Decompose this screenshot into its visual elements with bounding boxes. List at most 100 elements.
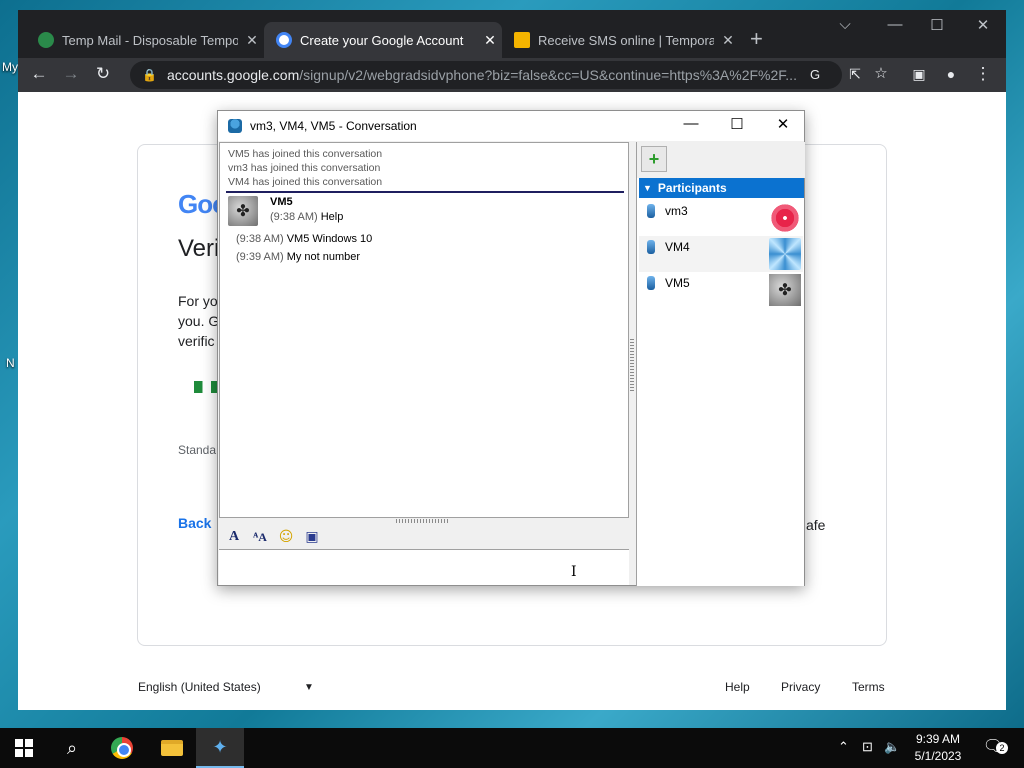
bookmark-star-icon[interactable]: ☆: [870, 64, 892, 82]
message-text: Help: [320, 211, 344, 223]
temp-mail-favicon-icon: [38, 32, 54, 48]
participants-header[interactable]: ▼ Participants: [639, 178, 804, 198]
browser-toolbar: ← → ↻ 🔒 accounts.google.com /signup/v2/w…: [18, 58, 1006, 92]
reload-icon[interactable]: ↻: [92, 64, 114, 84]
message-history[interactable]: VM5 has joined this conversation vm3 has…: [219, 142, 629, 518]
desktop-icon-label[interactable]: My: [2, 60, 18, 74]
tab-temp-mail[interactable]: Temp Mail - Disposable Temporary ✕: [26, 22, 264, 58]
message-line: (9:39 AM) My not number: [236, 251, 360, 263]
message-text: My not number: [286, 251, 361, 263]
message-text: VM5 Windows 10: [286, 233, 373, 245]
dropdown-caret-icon[interactable]: ▼: [304, 682, 314, 693]
text-cursor-icon: I: [571, 564, 577, 580]
terms-link[interactable]: Terms: [852, 680, 885, 694]
tray-chevron-up-icon[interactable]: ⌃: [838, 739, 849, 755]
lock-icon: 🔒: [142, 68, 157, 82]
wheel-avatar: [769, 238, 801, 270]
new-tab-button[interactable]: +: [750, 26, 763, 52]
search-icon[interactable]: ⌕: [48, 728, 96, 768]
menu-kebab-icon[interactable]: ⋮: [972, 64, 994, 84]
start-button[interactable]: [0, 728, 48, 768]
participant-name: VM4: [665, 240, 690, 254]
flower-avatar: [769, 202, 801, 234]
privacy-link[interactable]: Privacy: [781, 680, 820, 694]
close-tab-icon[interactable]: ✕: [720, 32, 736, 49]
back-button[interactable]: Back: [178, 515, 211, 531]
messenger-icon: [228, 119, 242, 133]
message-time: (9:39 AM): [236, 251, 284, 263]
close-window-icon[interactable]: ✕: [968, 16, 998, 34]
formatting-toolbar: A ᴬA ☺ ▣: [219, 525, 629, 549]
close-window-icon[interactable]: ✕: [760, 115, 806, 133]
maximize-icon[interactable]: ☐: [714, 115, 760, 133]
system-clock[interactable]: 9:39 AM 5/1/2023: [900, 731, 976, 765]
help-link[interactable]: Help: [725, 680, 750, 694]
page-heading: Veri: [178, 235, 220, 262]
desktop-icon-label[interactable]: N: [6, 356, 15, 370]
participants-toolbar: +: [637, 142, 805, 178]
participants-pane: + ▼ Participants vm3 VM4 VM5 ✤: [636, 142, 805, 586]
maximize-icon[interactable]: ☐: [922, 16, 952, 34]
participants-header-label: Participants: [657, 181, 727, 195]
participant-row[interactable]: VM5 ✤: [639, 272, 803, 308]
clock-date: 5/1/2023: [914, 749, 962, 763]
back-arrow-icon[interactable]: ←: [28, 64, 50, 84]
messenger-icon: ✦: [212, 736, 228, 757]
text-color-icon[interactable]: ᴬA: [251, 528, 269, 546]
divider: [226, 191, 624, 193]
system-message: vm3 has joined this conversation: [228, 162, 381, 174]
vertical-splitter[interactable]: [630, 339, 634, 391]
side-panel-icon[interactable]: ▣: [908, 66, 930, 83]
google-favicon-icon: [276, 32, 292, 48]
participant-row[interactable]: VM4: [639, 236, 803, 272]
language-selector[interactable]: English (United States): [138, 680, 261, 694]
partial-text: afe: [806, 517, 826, 533]
tab-title: Create your Google Account: [300, 32, 464, 48]
messenger-taskbar-button[interactable]: ✦: [196, 728, 244, 768]
horizontal-splitter[interactable]: [396, 519, 450, 523]
participant-row[interactable]: vm3: [639, 200, 803, 236]
system-message: VM4 has joined this conversation: [228, 176, 383, 188]
save-icon[interactable]: ▣: [303, 528, 321, 546]
message-time: (9:38 AM): [236, 233, 284, 245]
url-path: /signup/v2/webgradsidvphone?biz=false&cc…: [299, 67, 797, 83]
collapse-triangle-icon[interactable]: ▼: [643, 183, 652, 193]
url-host: accounts.google.com: [166, 67, 300, 83]
chrome-taskbar-button[interactable]: [98, 728, 146, 768]
conversation-title: vm3, VM4, VM5 - Conversation: [250, 119, 417, 133]
avatar: ✤: [769, 274, 801, 306]
file-explorer-button[interactable]: [148, 728, 196, 768]
profile-icon[interactable]: ●: [940, 66, 962, 82]
tab-google-account[interactable]: Create your Google Account ✕: [264, 22, 502, 58]
close-tab-icon[interactable]: ✕: [482, 32, 498, 49]
tab-title: Receive SMS online | Temporary: [538, 32, 714, 48]
tab-search-chevron-icon[interactable]: ⌵: [830, 16, 860, 33]
chrome-icon: [111, 737, 133, 759]
emoticon-icon[interactable]: ☺: [277, 528, 295, 546]
message-time: (9:38 AM): [270, 211, 318, 223]
google-lens-icon[interactable]: G: [804, 67, 826, 82]
network-icon[interactable]: ⊡: [862, 739, 873, 755]
sender-name: VM5: [270, 196, 293, 208]
address-bar[interactable]: 🔒 accounts.google.com /signup/v2/webgrad…: [130, 61, 842, 89]
standard-rates-text: Standa: [178, 443, 217, 457]
message-line: (9:38 AM) Help: [270, 211, 343, 223]
share-icon[interactable]: ⇱: [844, 66, 866, 83]
participant-name: VM5: [665, 276, 690, 290]
taskbar: ⌕ ✦ ⌃ ⊡ 🔈 9:39 AM 5/1/2023 🗨 2: [0, 728, 1024, 768]
windows-logo-icon: [15, 739, 33, 757]
close-tab-icon[interactable]: ✕: [244, 32, 260, 49]
folder-icon: [161, 740, 183, 756]
sms-favicon-icon: [514, 32, 530, 48]
forward-arrow-icon[interactable]: →: [60, 64, 82, 84]
font-icon[interactable]: A: [225, 528, 243, 546]
add-participant-button[interactable]: +: [641, 146, 667, 172]
minimize-icon[interactable]: —: [880, 16, 910, 33]
participant-name: vm3: [665, 204, 688, 218]
tab-receive-sms[interactable]: Receive SMS online | Temporary ✕: [502, 22, 740, 58]
system-message: VM5 has joined this conversation: [228, 148, 383, 160]
minimize-icon[interactable]: —: [668, 115, 714, 132]
volume-icon[interactable]: 🔈: [884, 739, 900, 755]
user-icon: [647, 276, 655, 290]
message-input[interactable]: I: [219, 549, 629, 585]
